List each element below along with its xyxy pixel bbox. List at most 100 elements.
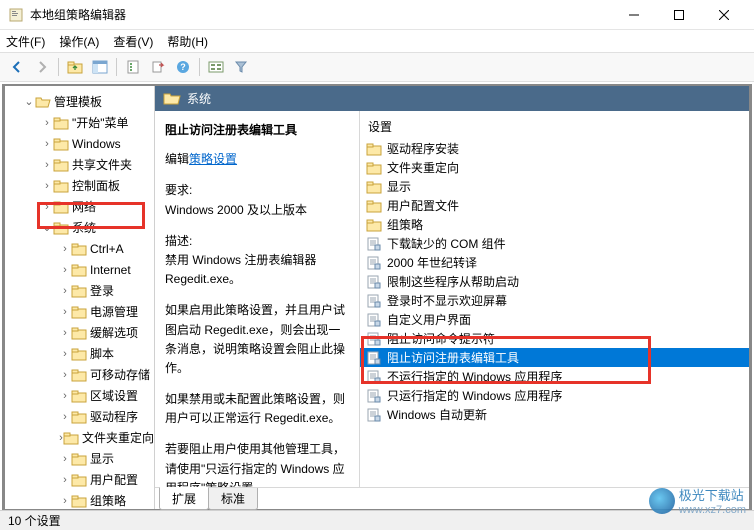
show-hide-tree-button[interactable] [89, 56, 111, 78]
menu-help[interactable]: 帮助(H) [167, 33, 208, 50]
tree-label: 缓解选项 [90, 324, 138, 341]
forward-button[interactable] [31, 56, 53, 78]
all-settings-button[interactable] [205, 56, 227, 78]
expander-icon[interactable]: › [59, 495, 71, 507]
export-button[interactable] [147, 56, 169, 78]
folder-icon [366, 180, 382, 194]
tree-item[interactable]: ›控制面板 [5, 175, 154, 196]
setting-icon [366, 370, 382, 384]
expander-icon[interactable]: › [59, 327, 71, 339]
tree-label: 管理模板 [54, 93, 102, 110]
list-item-label: 文件夹重定向 [387, 159, 459, 176]
tab-extended[interactable]: 扩展 [159, 487, 209, 510]
expander-icon[interactable]: › [59, 390, 71, 402]
tree-item[interactable]: ›组策略 [5, 490, 154, 509]
list-item[interactable]: 限制这些程序从帮助启动 [360, 272, 749, 291]
list-item[interactable]: 用户配置文件 [360, 196, 749, 215]
description: 描述: 禁用 Windows 注册表编辑器 Regedit.exe。 [165, 232, 349, 290]
list-item[interactable]: 登录时不显示欢迎屏幕 [360, 291, 749, 310]
list-item-label: 下载缺少的 COM 组件 [387, 235, 506, 252]
list-item[interactable]: 组策略 [360, 215, 749, 234]
settings-list[interactable]: 设置 驱动程序安装文件夹重定向显示用户配置文件组策略下载缺少的 COM 组件20… [360, 111, 749, 487]
statusbar: 10 个设置 [0, 510, 754, 530]
list-item[interactable]: 只运行指定的 Windows 应用程序 [360, 386, 749, 405]
tree-item[interactable]: ›文件夹重定向 [5, 427, 154, 448]
req-label: 要求: [165, 181, 349, 200]
separator [116, 58, 117, 76]
list-item[interactable]: Windows 自动更新 [360, 405, 749, 424]
tree-item[interactable]: ›"开始"菜单 [5, 112, 154, 133]
expander-icon[interactable]: › [41, 117, 53, 129]
tree-item[interactable]: ›网络 [5, 196, 154, 217]
tree-label: 电源管理 [90, 303, 138, 320]
tree-item[interactable]: ›显示 [5, 448, 154, 469]
tree-label: 登录 [90, 282, 114, 299]
list-item[interactable]: 不运行指定的 Windows 应用程序 [360, 367, 749, 386]
tree-item[interactable]: ⌄系统 [5, 217, 154, 238]
expander-icon[interactable]: › [59, 411, 71, 423]
folder-icon [71, 410, 87, 424]
list-item[interactable]: 下载缺少的 COM 组件 [360, 234, 749, 253]
maximize-button[interactable] [656, 0, 701, 30]
expander-icon[interactable]: › [59, 474, 71, 486]
expander-icon[interactable]: › [41, 138, 53, 150]
folder-icon [366, 142, 382, 156]
expander-icon[interactable]: › [41, 159, 53, 171]
menu-view[interactable]: 查看(V) [113, 33, 153, 50]
expander-icon[interactable]: › [59, 243, 71, 255]
tree-pane[interactable]: ⌄ 管理模板 ›"开始"菜单›Windows›共享文件夹›控制面板›网络⌄系统›… [5, 86, 155, 509]
filter-button[interactable] [230, 56, 252, 78]
expander-icon[interactable]: › [59, 285, 71, 297]
menu-action[interactable]: 操作(A) [59, 33, 99, 50]
folder-icon [53, 221, 69, 235]
up-button[interactable] [64, 56, 86, 78]
status-text: 10 个设置 [8, 512, 61, 529]
tree-label: 可移动存储 [90, 366, 150, 383]
list-item[interactable]: 阻止访问命令提示符 [360, 329, 749, 348]
tree-item[interactable]: ›共享文件夹 [5, 154, 154, 175]
list-item[interactable]: 显示 [360, 177, 749, 196]
expander-icon[interactable]: › [41, 201, 53, 213]
menu-file[interactable]: 文件(F) [6, 33, 45, 50]
collapse-icon[interactable]: ⌄ [23, 95, 35, 108]
expander-icon[interactable]: › [41, 180, 53, 192]
tree-item[interactable]: › 可移动存储 [5, 364, 154, 385]
tree-item[interactable]: › 电源管理 [5, 301, 154, 322]
folder-icon [53, 137, 69, 151]
minimize-button[interactable] [611, 0, 656, 30]
list-item[interactable]: 驱动程序安装 [360, 139, 749, 158]
list-item[interactable]: 2000 年世纪转译 [360, 253, 749, 272]
tab-standard[interactable]: 标准 [208, 488, 258, 510]
list-item-label: 自定义用户界面 [387, 311, 471, 328]
expander-icon[interactable]: › [59, 453, 71, 465]
desc-para3: 若要阻止用户使用其他管理工具，请使用"只运行指定的 Windows 应用程序"策… [165, 440, 349, 487]
expander-icon[interactable]: › [59, 264, 71, 276]
help-button[interactable]: ? [172, 56, 194, 78]
tree-item[interactable]: › 缓解选项 [5, 322, 154, 343]
list-item[interactable]: 自定义用户界面 [360, 310, 749, 329]
list-item-label: 阻止访问注册表编辑工具 [387, 349, 519, 366]
expander-icon[interactable]: › [59, 348, 71, 360]
tree-item[interactable]: ›用户配置 [5, 469, 154, 490]
tree-item[interactable]: ›驱动程序 [5, 406, 154, 427]
toolbar: ? [0, 52, 754, 82]
right-pane: 系统 阻止访问注册表编辑工具 编辑策略设置 要求: Windows 2000 及… [155, 86, 749, 509]
expander-icon[interactable]: ⌄ [41, 221, 53, 234]
list-column-header[interactable]: 设置 [360, 115, 749, 139]
tree-item[interactable]: ›Internet [5, 259, 154, 280]
back-button[interactable] [6, 56, 28, 78]
tree-item[interactable]: ›Ctrl+A [5, 238, 154, 259]
tree-root[interactable]: ⌄ 管理模板 [5, 91, 154, 112]
close-button[interactable] [701, 0, 746, 30]
list-item[interactable]: 阻止访问注册表编辑工具 [360, 348, 749, 367]
separator [199, 58, 200, 76]
policy-settings-link[interactable]: 策略设置 [189, 152, 237, 166]
expander-icon[interactable]: › [59, 369, 71, 381]
tree-item[interactable]: ›脚本 [5, 343, 154, 364]
tree-item[interactable]: › 登录 [5, 280, 154, 301]
list-item[interactable]: 文件夹重定向 [360, 158, 749, 177]
properties-button[interactable] [122, 56, 144, 78]
tree-item[interactable]: ›Windows [5, 133, 154, 154]
tree-item[interactable]: ›区域设置 [5, 385, 154, 406]
expander-icon[interactable]: › [59, 306, 71, 318]
